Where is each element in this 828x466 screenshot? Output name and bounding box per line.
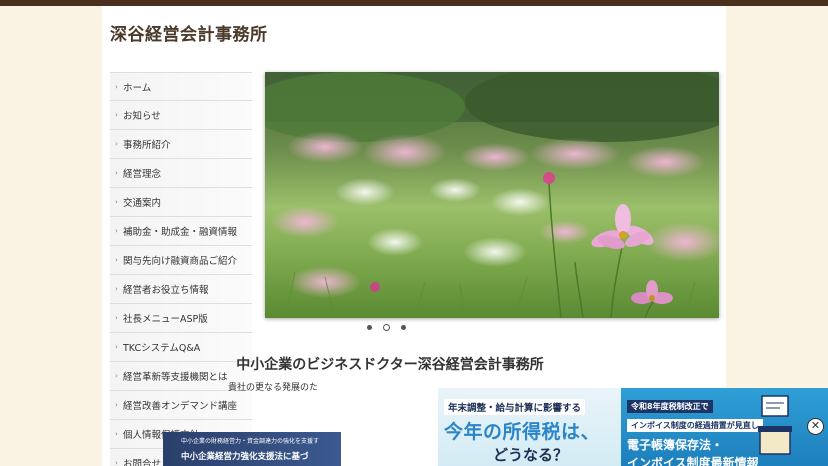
chevron-right-icon: › — [115, 285, 118, 293]
sidebar-item-label: 経営者お役立ち情報 — [123, 285, 209, 296]
sidebar-item-label: お問合せ — [123, 459, 162, 466]
sidebar-item-label: 事務所紹介 — [123, 140, 171, 151]
banner-line-1: 中小企業の財務経営力・資金調達力の強化を支援す — [181, 438, 320, 445]
sidebar-item-home[interactable]: › ホーム — [110, 72, 252, 101]
sidebar-item-label: 社長メニューASP版 — [123, 314, 208, 325]
chevron-right-icon: › — [115, 82, 118, 91]
slider-dot-1[interactable] — [367, 325, 372, 330]
sidebar-item-office[interactable]: › 事務所紹介 — [110, 130, 252, 159]
ad-left-tag: 年末調整・給与計算に影響する — [444, 399, 586, 415]
sidebar-item-label: 経営改善オンデマンド講座 — [123, 401, 238, 412]
main-heading: 中小企業のビジネスドクター深谷経営会計事務所 — [236, 357, 544, 373]
sidebar-item-news[interactable]: › お知らせ — [110, 101, 252, 130]
sidebar-item-label: 関与先向け融資商品ご紹介 — [123, 256, 238, 267]
chevron-right-icon: › — [115, 227, 118, 235]
sidebar-item-loans[interactable]: › 関与先向け融資商品ご紹介 — [110, 246, 252, 275]
ad-close-icon[interactable]: ✕ — [807, 418, 824, 435]
slider-dot-3[interactable] — [401, 325, 406, 330]
sidebar-item-philosophy[interactable]: › 経営理念 — [110, 159, 252, 188]
support-law-banner[interactable]: 中小企業の財務経営力・資金調達力の強化を支援す 中小企業経営力強化支援法に基づ — [163, 432, 341, 466]
chevron-right-icon: › — [115, 343, 118, 351]
sidebar-item-useful-info[interactable]: › 経営者お役立ち情報 — [110, 275, 252, 304]
chevron-right-icon: › — [115, 430, 118, 438]
ad-right-line-1: 令和8年度税制改正で — [627, 400, 713, 413]
chevron-right-icon: › — [115, 401, 118, 409]
banner-line-2: 中小企業経営力強化支援法に基づ — [181, 452, 309, 462]
ad-income-tax-panel[interactable]: 年末調整・給与計算に影響する 今年の所得税は、 どうなる？ — [438, 388, 621, 466]
chevron-right-icon: › — [115, 140, 118, 148]
sidebar-item-label: 補助金・助成金・融資情報 — [123, 227, 238, 238]
sidebar-item-label: TKCシステムQ&A — [123, 343, 201, 354]
sidebar-item-asp[interactable]: › 社長メニューASP版 — [110, 304, 252, 333]
sidebar-item-label: お知らせ — [123, 111, 161, 122]
site-title[interactable]: 深谷経営会計事務所 — [110, 20, 268, 45]
chevron-right-icon: › — [115, 256, 118, 264]
chevron-right-icon: › — [115, 314, 118, 322]
chevron-right-icon: › — [115, 372, 118, 380]
sidebar-item-subsidies[interactable]: › 補助金・助成金・融資情報 — [110, 217, 252, 246]
main-subtext: 貴社の更なる発展のた — [228, 383, 319, 393]
chevron-right-icon: › — [115, 198, 118, 206]
cosmos-flower-field-image — [265, 72, 719, 318]
sidebar-item-on-demand[interactable]: › 経営改善オンデマンド講座 — [110, 391, 252, 420]
sidebar-item-label: 経営理念 — [123, 169, 162, 180]
sidebar-nav: › ホーム › お知らせ › 事務所紹介 › 経営理念 › 交通案内 › 補助金・助成金・融… — [110, 72, 252, 466]
chevron-right-icon: › — [115, 169, 118, 177]
slider-dot-2-active[interactable] — [383, 324, 390, 331]
ad-left-headline: 今年の所得税は、 — [444, 421, 601, 443]
chevron-right-icon: › — [115, 111, 118, 119]
ad-invoice-panel[interactable]: 令和8年度税制改正で インボイス制度の経過措置が見直し 電子帳簿保存法・ インボ… — [621, 388, 828, 466]
ad-right-line-2: インボイス制度の経過措置が見直し — [627, 419, 763, 432]
sidebar-item-access[interactable]: › 交通案内 — [110, 188, 252, 217]
ad-left-subheadline: どうなる？ — [492, 446, 568, 464]
ad-overlay[interactable]: 年末調整・給与計算に影響する 今年の所得税は、 どうなる？ 令和8年度税制改正で… — [438, 388, 828, 466]
sidebar-item-label: 交通案内 — [123, 198, 162, 209]
document-stack-icon — [758, 395, 792, 455]
slider-pagination — [367, 324, 406, 331]
sidebar-item-label: ホーム — [123, 82, 152, 94]
chevron-right-icon: › — [115, 459, 118, 466]
hero-slider-image — [265, 72, 719, 318]
